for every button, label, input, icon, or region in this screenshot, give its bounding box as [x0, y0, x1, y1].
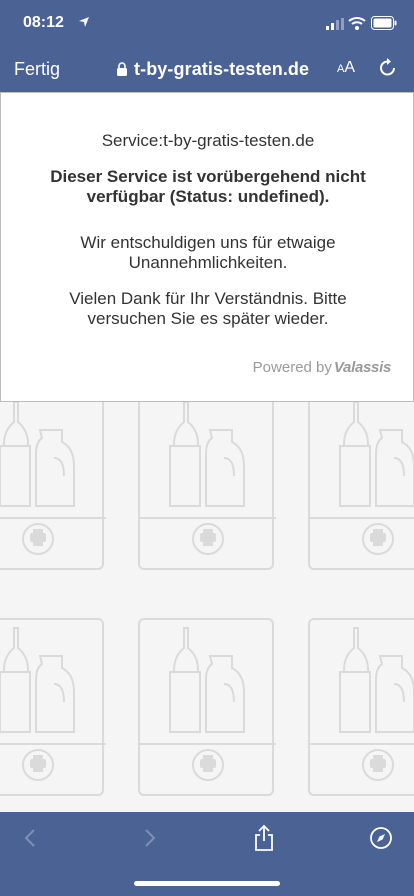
- url-text: t-by-gratis-testen.de: [134, 58, 310, 79]
- product-tile: [0, 392, 106, 570]
- status-time: 08:12: [23, 14, 64, 31]
- product-tile: [138, 392, 276, 570]
- browser-nav-bar: Fertig t-by-gratis-testen.de AA: [0, 46, 414, 92]
- battery-icon: [371, 16, 397, 30]
- product-tile: [308, 618, 414, 796]
- service-line: Service:t-by-gratis-testen.de: [101, 131, 315, 150]
- powered-by: Powered by Valassis: [252, 359, 392, 376]
- share-icon[interactable]: [253, 824, 275, 852]
- product-tile: [0, 618, 106, 796]
- browser-toolbar: [0, 812, 414, 896]
- reload-icon[interactable]: [378, 57, 398, 79]
- wifi-icon: [348, 17, 366, 30]
- powered-by-label: Powered by: [252, 359, 332, 376]
- location-arrow-icon: [79, 17, 89, 27]
- error-panel: Service:t-by-gratis-testen.de Dieser Ser…: [0, 92, 414, 402]
- page-content: Service:t-by-gratis-testen.de Dieser Ser…: [0, 92, 414, 812]
- product-tile: [308, 392, 414, 570]
- forward-icon[interactable]: [138, 826, 160, 850]
- lock-icon: [117, 62, 127, 76]
- brand-logo: Valassis: [333, 359, 391, 376]
- text-size-button[interactable]: AA: [337, 59, 355, 77]
- error-message: Dieser Service ist vorübergehend nicht v…: [50, 167, 366, 206]
- home-indicator: [134, 881, 280, 886]
- address-bar[interactable]: t-by-gratis-testen.de: [116, 57, 309, 81]
- thanks-text: Vielen Dank für Ihr Verständnis. Bitte v…: [69, 289, 347, 328]
- compass-icon[interactable]: [369, 826, 393, 850]
- status-bar: 08:12: [0, 0, 414, 46]
- product-tile: [138, 618, 276, 796]
- done-button[interactable]: Fertig: [14, 59, 60, 80]
- apology-text: Wir entschuldigen uns für etwaige Unanne…: [80, 233, 336, 272]
- back-icon[interactable]: [20, 826, 42, 850]
- cellular-signal-icon: [326, 18, 344, 30]
